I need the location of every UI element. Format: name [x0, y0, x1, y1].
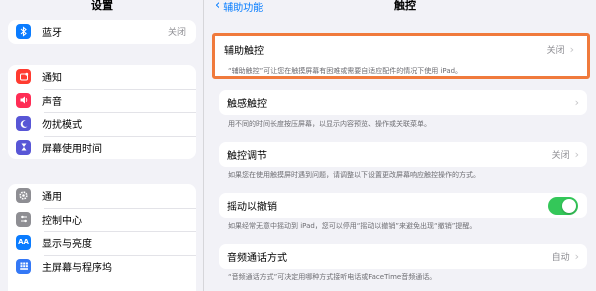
- sidebar-item-screen-time[interactable]: 屏幕使用时间: [8, 135, 196, 160]
- sidebar-item-value: 关闭: [167, 28, 186, 39]
- sound-icon: [16, 92, 31, 108]
- gear-icon: [16, 188, 31, 204]
- setting-value: 自动: [551, 253, 570, 263]
- sidebar-item-home-screen-dock[interactable]: 主屏幕与程序坞: [8, 254, 196, 279]
- chevron-left-icon: ‹: [215, 0, 221, 13]
- page-title: 触控: [394, 0, 416, 12]
- hourglass-icon: [16, 139, 31, 155]
- sidebar: 设置 蓝牙 关闭 通知 声音 勿扰模式 屏幕使用时间 通用 控制中心 AA 显示…: [0, 0, 204, 291]
- sidebar-item-label: 屏幕使用时间: [42, 143, 102, 155]
- sidebar-item-do-not-disturb[interactable]: 勿扰模式: [8, 112, 196, 136]
- chevron-right-icon: ›: [569, 43, 574, 56]
- setting-row-assistive-touch[interactable]: 辅助触控 关闭 ›: [216, 37, 582, 62]
- back-button[interactable]: ‹ 辅助功能: [215, 0, 264, 14]
- sidebar-item-general[interactable]: 通用: [8, 184, 196, 208]
- setting-description: 如果您在使用触摸屏时遇到问题，请调整以下设置更改屏幕响应触控操作的方式。: [228, 171, 480, 179]
- setting-label: 摇动以撤销: [227, 202, 277, 213]
- sidebar-item-display-brightness[interactable]: AA 显示与亮度: [8, 231, 196, 255]
- chevron-right-icon: ›: [574, 148, 579, 161]
- sidebar-item-label: 通用: [42, 192, 62, 204]
- chevron-right-icon: ›: [574, 250, 579, 263]
- setting-description: “辅助触控”可让您在触摸屏幕有困难或需要自适应配件的情况下使用 iPad。: [228, 67, 463, 75]
- home-screen-icon: [16, 258, 31, 274]
- setting-row-call-audio-routing[interactable]: 音频通话方式 自动 ›: [219, 244, 587, 269]
- sidebar-item-sounds[interactable]: 声音: [8, 88, 196, 113]
- sidebar-item-label: 控制中心: [42, 215, 82, 227]
- sidebar-group-notifications: 通知 声音 勿扰模式 屏幕使用时间: [8, 65, 196, 159]
- setting-description: “音频通话方式”可决定用哪种方式接听电话或FaceTime音频通话。: [228, 273, 437, 281]
- setting-row-shake-to-undo: 摇动以撤销: [219, 193, 587, 218]
- sidebar-item-label: 通知: [42, 73, 62, 85]
- moon-icon: [16, 116, 31, 132]
- setting-label: 触控调节: [227, 151, 267, 162]
- setting-row-touch-accommodations[interactable]: 触控调节 关闭 ›: [219, 142, 587, 167]
- sidebar-item-label: 声音: [42, 96, 62, 108]
- sidebar-item-label: 蓝牙: [42, 28, 62, 40]
- control-center-icon: [16, 211, 31, 227]
- setting-label: 音频通话方式: [227, 253, 287, 264]
- sidebar-item-label: 主屏幕与程序坞: [42, 262, 112, 274]
- sidebar-title: 设置: [91, 0, 113, 12]
- display-brightness-icon: AA: [16, 235, 31, 251]
- sidebar-group-connectivity: 蓝牙 关闭: [8, 20, 196, 44]
- sidebar-group-general: 通用 控制中心 AA 显示与亮度 主屏幕与程序坞: [8, 184, 196, 291]
- setting-value: 关闭: [551, 151, 570, 161]
- setting-description: 如果经常无意中摇动到 iPad，您可以停用“摇动以撤销”来避免出现“撤销”提醒。: [228, 222, 477, 230]
- setting-row-haptic-touch[interactable]: 触感触控 ›: [219, 90, 587, 115]
- back-button-label: 辅助功能: [223, 2, 264, 14]
- sidebar-item-notifications[interactable]: 通知: [8, 65, 196, 89]
- chevron-right-icon: ›: [574, 96, 579, 109]
- setting-label: 辅助触控: [224, 46, 264, 57]
- sidebar-item-control-center[interactable]: 控制中心: [8, 207, 196, 232]
- sidebar-item-bluetooth[interactable]: 蓝牙 关闭: [8, 20, 196, 44]
- toggle-knob: [562, 198, 576, 213]
- sidebar-item-label: 勿扰模式: [42, 120, 82, 132]
- sidebar-item-label: 显示与亮度: [42, 239, 92, 251]
- bluetooth-icon: [16, 24, 31, 40]
- navigation-bar: ‹ 辅助功能 触控: [205, 0, 596, 16]
- notification-icon: [16, 69, 31, 85]
- setting-label: 触感触控: [227, 99, 267, 110]
- shake-to-undo-toggle[interactable]: [548, 196, 578, 215]
- setting-value: 关闭: [546, 46, 565, 56]
- setting-description: 用不同的时间长度按压屏幕，以显示内容预览、操作或关联菜单。: [228, 120, 431, 128]
